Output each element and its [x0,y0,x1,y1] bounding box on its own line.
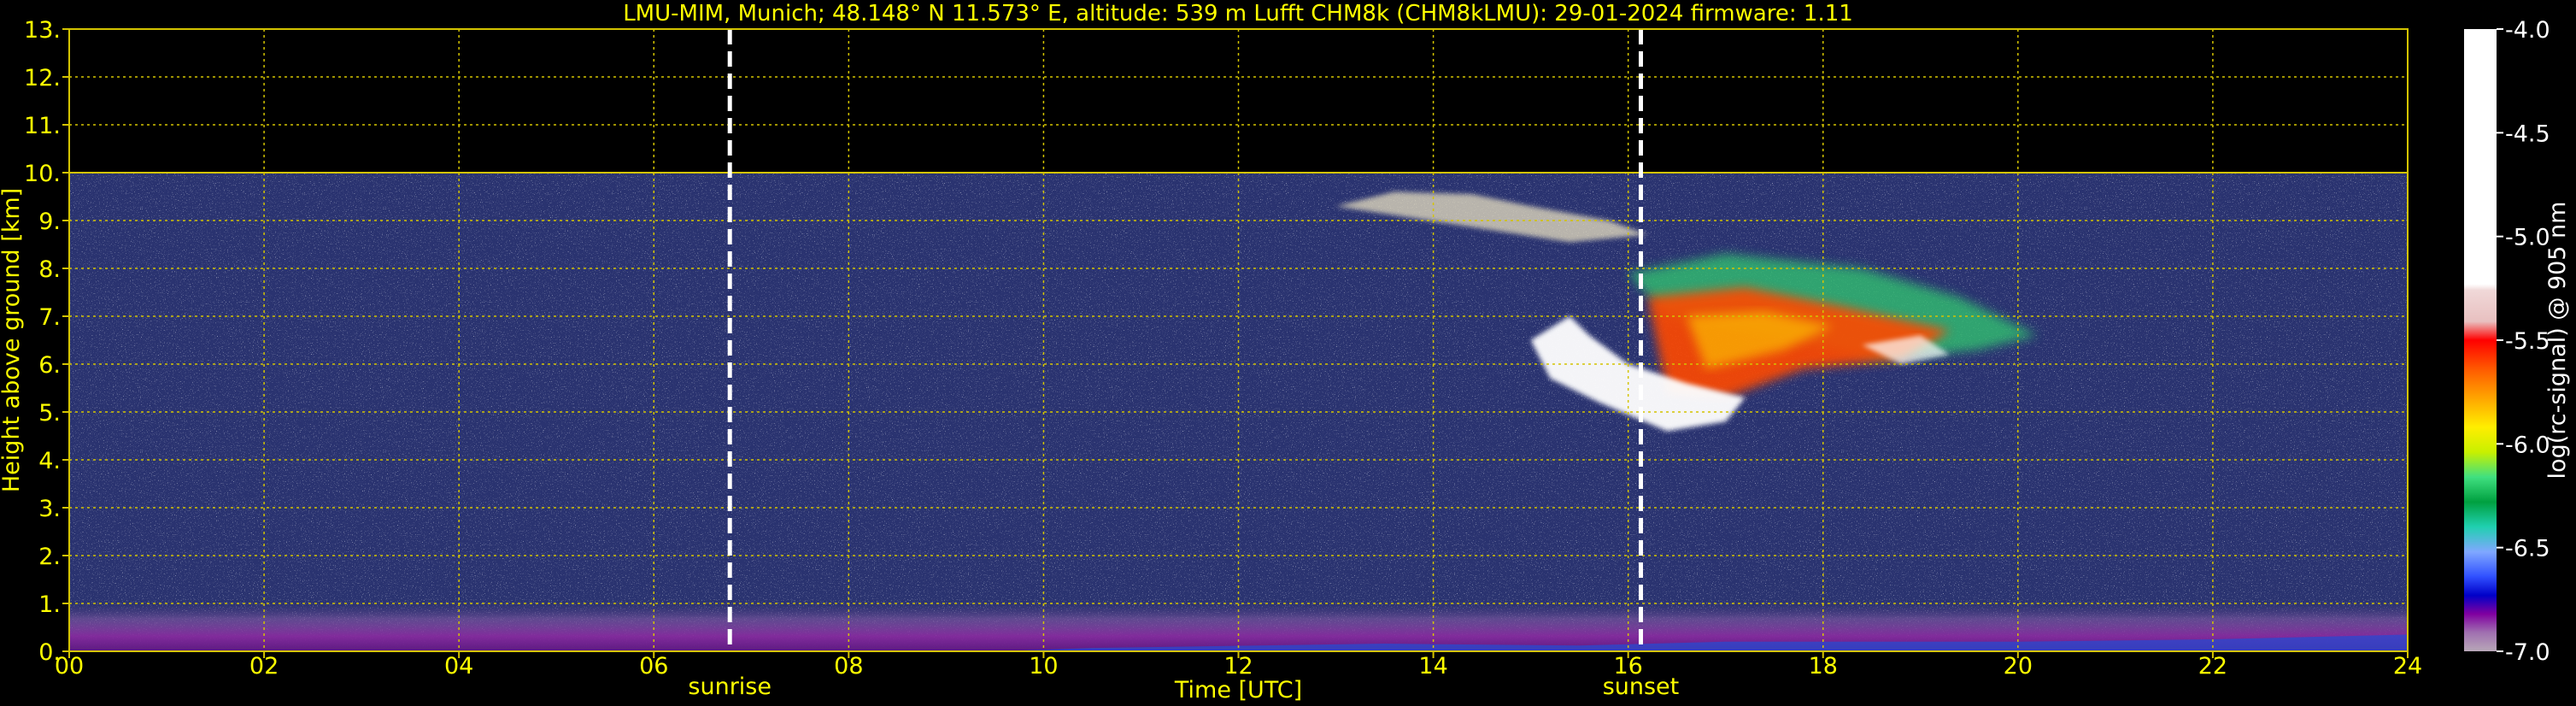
x-tick-label: 00 [55,653,84,680]
sun-marker-label: sunset [1603,674,1680,700]
chart-title: LMU-MIM, Munich; 48.148° N 11.573° E, al… [623,1,1853,26]
x-tick-label: 08 [834,653,863,680]
y-tick-label: 1. [38,591,61,618]
sun-marker-label: sunrise [688,674,772,700]
x-axis-ticks: 00 02 04 06 08 10 12 14 16 18 20 22 24 [55,651,2422,680]
x-tick-label: 22 [2198,653,2227,680]
ceilometer-chart: 0.1.2.3.4.5.6.7.8.9.10.11.12.13. 00 02 04 0… [0,1,2571,703]
y-axis-label: Height above ground [km] [0,188,25,492]
y-tick-label: 5. [38,400,61,427]
plot-area [68,28,2409,652]
y-tick-label: 6. [38,352,61,379]
x-tick-label: 14 [1418,653,1447,680]
y-tick-label: 12. [24,65,61,91]
y-tick-label: 11. [24,113,61,139]
y-tick-label: 8. [38,256,61,283]
x-tick-label: 18 [1809,653,1838,680]
x-axis-label: Time [UTC] [1174,677,1302,703]
y-axis-ticks: 0.1.2.3.4.5.6.7.8.9.10.11.12.13. [24,17,69,666]
colorbar-tick-label: -6.0 [2505,432,2550,458]
x-tick-label: 24 [2393,653,2422,680]
colorbar-gradient [2464,29,2497,651]
colorbar: -4.0 -4.5 -5.0 -5.5 -6.0 -6.5 -7.0 log(rc-sign… [2464,17,2571,666]
y-tick-label: 13. [24,17,61,44]
x-tick-label: 20 [2004,653,2033,680]
x-tick-label: 06 [639,653,668,680]
y-tick-label: 4. [38,448,61,474]
colorbar-tick-label: -7.0 [2505,639,2550,666]
x-tick-label: 04 [444,653,473,680]
colorbar-tick-label: -5.5 [2505,328,2550,355]
colorbar-tick-label: -4.5 [2505,121,2550,147]
y-tick-label: 7. [38,304,61,331]
y-tick-label: 2. [38,544,61,570]
colorbar-tick-label: -4.0 [2505,17,2550,44]
y-tick-label: 3. [38,496,61,522]
colorbar-label: log(rc-signal) @ 905 nm [2544,202,2571,479]
colorbar-tick-label: -6.5 [2505,536,2550,562]
x-tick-label: 12 [1223,653,1253,680]
y-tick-label: 10. [24,161,61,187]
y-tick-label: 9. [38,209,61,235]
x-tick-label: 10 [1029,653,1058,680]
x-tick-label: 02 [249,653,279,680]
colorbar-tick-label: -5.0 [2505,225,2550,251]
colorbar-ticks: -4.0 -4.5 -5.0 -5.5 -6.0 -6.5 -7.0 [2497,17,2550,666]
